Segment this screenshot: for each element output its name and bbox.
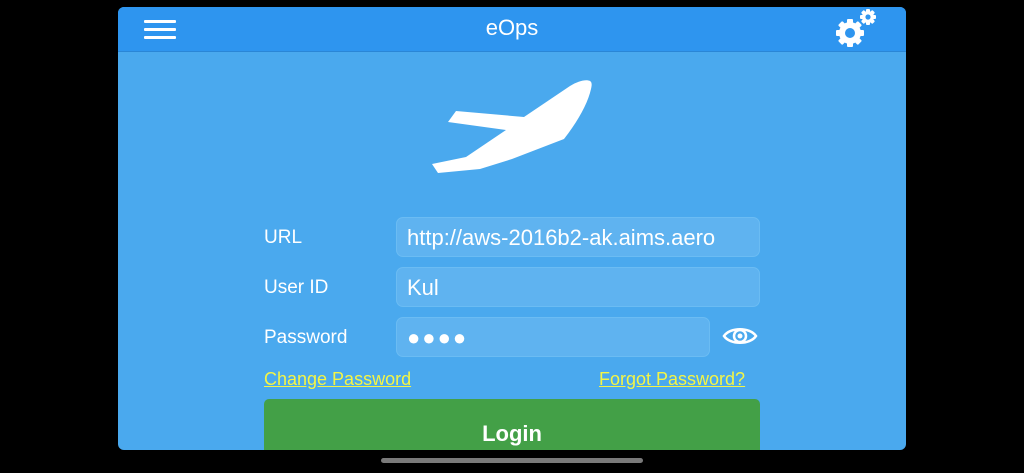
app-screen: eOps URL http://aws-2016b2-ak.aims.aero … [118,7,906,450]
page-title: eOps [485,15,539,40]
password-field[interactable]: ●●●● [396,317,710,357]
settings-button[interactable] [832,8,880,52]
gears-icon [836,9,876,47]
url-field[interactable]: http://aws-2016b2-ak.aims.aero [396,217,760,257]
url-value: http://aws-2016b2-ak.aims.aero [407,225,716,250]
url-label: URL [264,227,303,248]
userid-field[interactable]: Kul [396,267,760,307]
password-value: ●●●● [407,325,469,350]
home-indicator[interactable] [381,458,643,463]
userid-label: User ID [264,277,329,298]
eye-icon [722,328,758,344]
airplane-icon [432,80,592,173]
show-password-button[interactable] [722,323,758,349]
login-button-label: Login [482,421,542,446]
password-label: Password [264,327,348,348]
navigation-bar: eOps [118,7,906,52]
change-password-link[interactable]: Change Password [264,369,411,390]
login-button[interactable]: Login [264,399,760,450]
userid-value: Kul [407,275,439,300]
forgot-password-link[interactable]: Forgot Password? [599,369,745,390]
